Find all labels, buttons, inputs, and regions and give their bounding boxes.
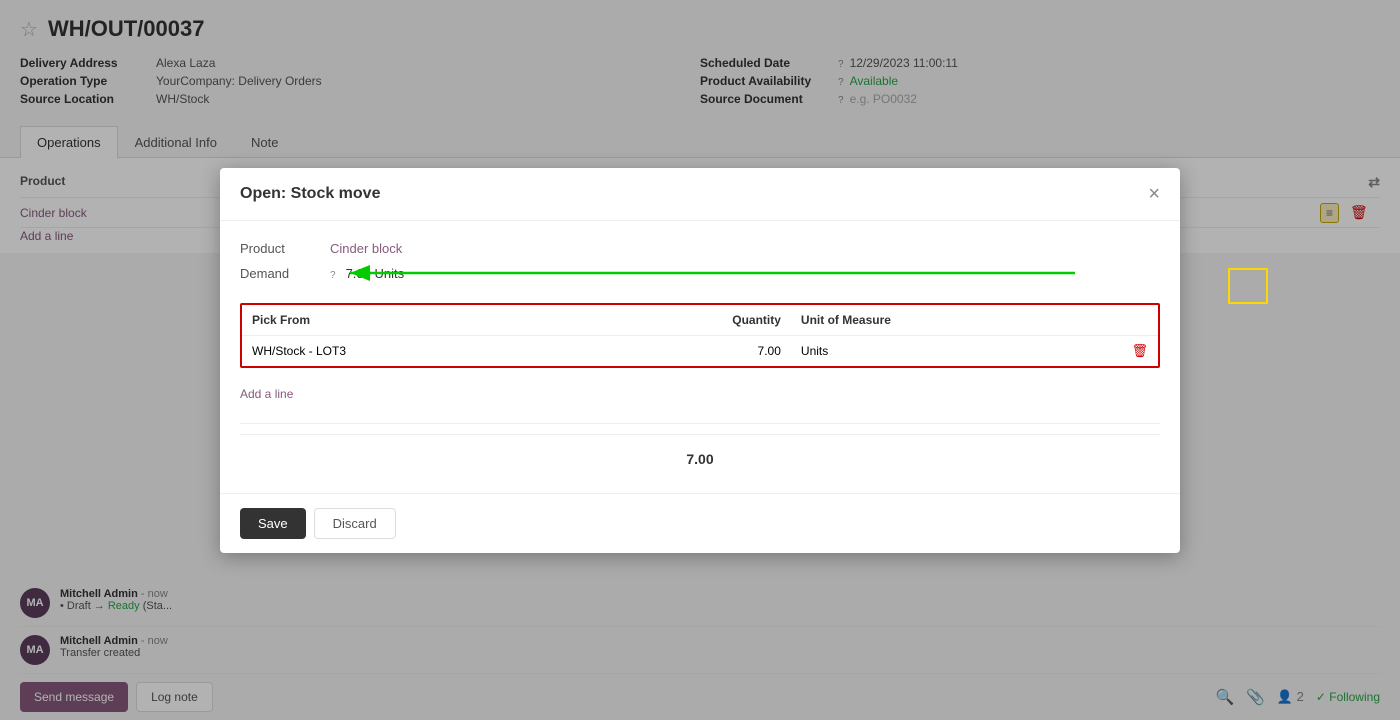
modal-overlay: Open: Stock move × Product Cinder block … [0, 0, 1400, 720]
stock-move-modal: Open: Stock move × Product Cinder block … [220, 168, 1180, 553]
modal-discard-button[interactable]: Discard [314, 508, 396, 539]
pick-from-qty-0: 7.00 [585, 335, 791, 366]
modal-save-button[interactable]: Save [240, 508, 306, 539]
pick-from-location-0[interactable]: WH/Stock - LOT3 [242, 335, 585, 366]
modal-total: 7.00 [686, 451, 713, 467]
modal-add-line-button[interactable]: Add a line [240, 381, 293, 407]
modal-product-label: Product [240, 241, 320, 256]
quantity-header: Quantity [585, 305, 791, 336]
modal-product-value[interactable]: Cinder block [330, 241, 402, 256]
pick-from-row-0: WH/Stock - LOT3 7.00 Units 🗑 [242, 335, 1158, 366]
modal-demand-value: 7.00 Units [346, 266, 405, 281]
pick-from-delete-icon-0[interactable]: 🗑 [1131, 343, 1148, 358]
modal-demand-label: Demand [240, 266, 320, 281]
modal-demand-help[interactable]: ? [330, 270, 336, 281]
pick-from-uom-0: Units [791, 335, 1122, 366]
modal-close-button[interactable]: × [1148, 184, 1160, 204]
modal-title: Open: Stock move [240, 185, 380, 203]
uom-header: Unit of Measure [791, 305, 1122, 336]
pick-from-header: Pick From [242, 305, 585, 336]
